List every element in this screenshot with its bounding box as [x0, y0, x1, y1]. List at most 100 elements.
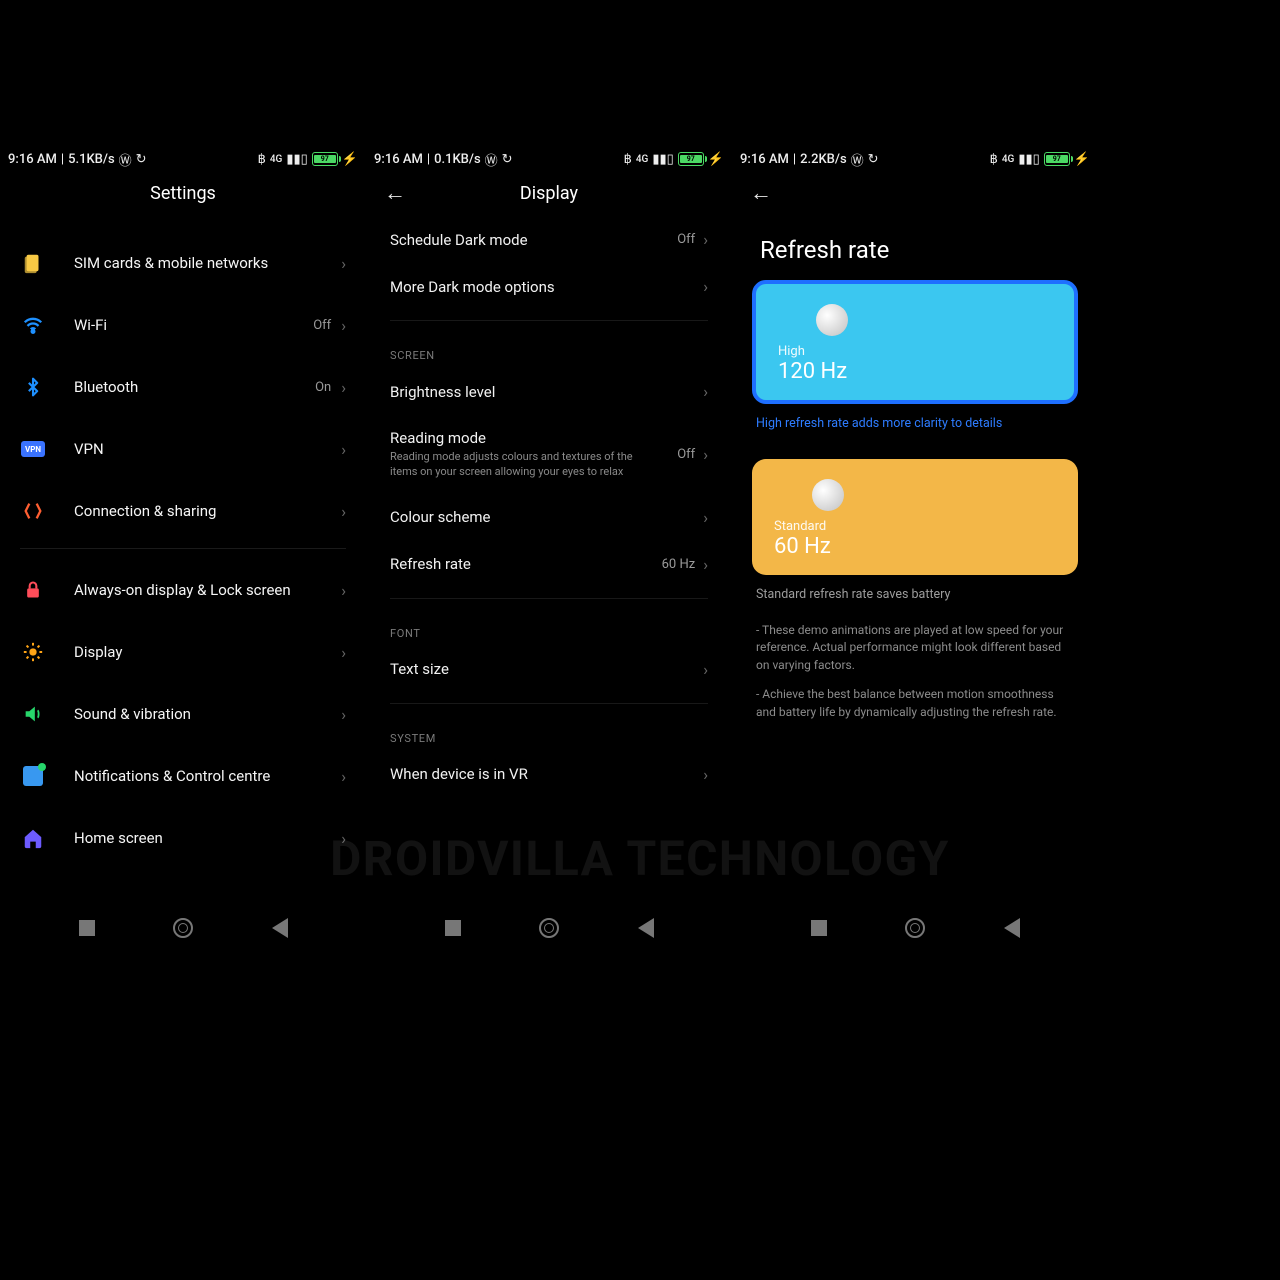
recent-apps-button[interactable]	[79, 920, 95, 936]
wifi-icon	[20, 312, 46, 338]
display-item-label: Schedule Dark mode	[390, 231, 677, 249]
signal-icon: 4G	[636, 154, 649, 165]
settings-item-aod[interactable]: Always-on display & Lock screen ›	[0, 559, 366, 621]
charging-icon: ⚡	[708, 152, 724, 167]
battery-icon: 97	[312, 152, 338, 166]
settings-screen: 9:16 AM | 5.1KB/s Ⓦ ↻ ฿ 4G ▮▮▯ 97 ⚡ Sett…	[0, 0, 366, 1280]
display-item-vr[interactable]: When device is in VR ›	[366, 751, 732, 798]
display-item-brightness[interactable]: Brightness level ›	[366, 368, 732, 415]
display-item-label: Brightness level	[390, 383, 703, 401]
display-item-schedule-dark[interactable]: Schedule Dark mode Off ›	[366, 216, 732, 263]
display-item-value: 60 Hz	[662, 557, 696, 572]
back-button[interactable]	[638, 918, 654, 938]
nav-bar	[0, 908, 366, 948]
chevron-right-icon: ›	[341, 829, 346, 848]
chevron-right-icon: ›	[341, 316, 346, 335]
home-button[interactable]	[905, 918, 925, 938]
display-item-refresh[interactable]: Refresh rate 60 Hz ›	[366, 541, 732, 588]
settings-item-bluetooth[interactable]: Bluetooth On ›	[0, 356, 366, 418]
back-button[interactable]	[272, 918, 288, 938]
recent-apps-button[interactable]	[811, 920, 827, 936]
share-icon	[20, 498, 46, 524]
home-icon	[20, 825, 46, 851]
notifications-icon	[20, 763, 46, 789]
section-header: SYSTEM	[366, 714, 732, 751]
chevron-right-icon: ›	[703, 277, 708, 296]
settings-item-wifi[interactable]: Wi-Fi Off ›	[0, 294, 366, 356]
signal-icon: 4G	[1002, 154, 1015, 165]
recent-apps-button[interactable]	[445, 920, 461, 936]
signal-bars-icon: ▮▮▯	[286, 152, 307, 167]
back-arrow-button[interactable]: ←	[750, 180, 774, 206]
page-title: Display	[408, 183, 690, 204]
settings-item-label: Wi-Fi	[74, 316, 313, 334]
display-item-label: Text size	[390, 660, 703, 678]
page-title: Settings	[42, 183, 324, 204]
chevron-right-icon: ›	[341, 581, 346, 600]
display-item-colour[interactable]: Colour scheme ›	[366, 494, 732, 541]
bluetooth-icon: ฿	[624, 152, 632, 167]
display-item-label: Colour scheme	[390, 508, 703, 526]
chevron-right-icon: ›	[341, 440, 346, 459]
sync-icon: ↻	[502, 152, 513, 167]
settings-item-label: Home screen	[74, 829, 341, 847]
section-header: SCREEN	[366, 331, 732, 368]
home-button[interactable]	[539, 918, 559, 938]
settings-item-display[interactable]: Display ›	[0, 621, 366, 683]
back-arrow-button[interactable]: ←	[384, 180, 408, 206]
chevron-right-icon: ›	[341, 643, 346, 662]
settings-item-connection[interactable]: Connection & sharing ›	[0, 480, 366, 542]
chevron-right-icon: ›	[703, 660, 708, 679]
settings-item-label: VPN	[74, 440, 341, 458]
settings-item-label: Sound & vibration	[74, 705, 341, 723]
display-item-more-dark[interactable]: More Dark mode options ›	[366, 263, 732, 310]
settings-item-notifications[interactable]: Notifications & Control centre ›	[0, 745, 366, 807]
lock-icon	[20, 577, 46, 603]
signal-bars-icon: ▮▮▯	[652, 152, 673, 167]
home-button[interactable]	[173, 918, 193, 938]
sim-icon	[20, 250, 46, 276]
sync-icon: ↻	[136, 152, 147, 167]
refresh-fineprint: - Achieve the best balance between motio…	[732, 684, 1098, 731]
status-time: 9:16 AM	[740, 152, 789, 167]
display-screen: 9:16 AM | 0.1KB/s Ⓦ ↻ ฿ 4G ▮▮▯ 97 ⚡ ← Di…	[366, 0, 732, 1280]
page-title: Refresh rate	[732, 216, 1098, 280]
status-time: 9:16 AM	[374, 152, 423, 167]
display-item-desc: Reading mode adjusts colours and texture…	[390, 450, 650, 480]
display-item-reading[interactable]: Reading mode Reading mode adjusts colour…	[366, 415, 732, 494]
settings-item-home[interactable]: Home screen ›	[0, 807, 366, 869]
signal-icon: 4G	[270, 154, 283, 165]
settings-item-label: Display	[74, 643, 341, 661]
chevron-right-icon: ›	[703, 508, 708, 527]
status-speed: 5.1KB/s	[68, 152, 115, 167]
chevron-right-icon: ›	[703, 445, 708, 464]
chevron-right-icon: ›	[341, 378, 346, 397]
bluetooth-icon: ฿	[990, 152, 998, 167]
bluetooth-icon: ฿	[258, 152, 266, 167]
settings-item-vpn[interactable]: VPN VPN ›	[0, 418, 366, 480]
back-button[interactable]	[1004, 918, 1020, 938]
whatsapp-icon: Ⓦ	[119, 150, 132, 169]
settings-item-sound[interactable]: Sound & vibration ›	[0, 683, 366, 745]
vpn-icon: VPN	[20, 436, 46, 462]
chevron-right-icon: ›	[703, 555, 708, 574]
charging-icon: ⚡	[342, 152, 358, 167]
refresh-option-high[interactable]: High 120 Hz	[752, 280, 1078, 404]
refresh-hz-value: 120 Hz	[778, 359, 1052, 384]
settings-item-sim[interactable]: SIM cards & mobile networks ›	[0, 232, 366, 294]
chevron-right-icon: ›	[341, 767, 346, 786]
section-header: FONT	[366, 609, 732, 646]
chevron-right-icon: ›	[341, 705, 346, 724]
chevron-right-icon: ›	[341, 502, 346, 521]
refresh-note-high: High refresh rate adds more clarity to d…	[732, 412, 1098, 449]
display-item-value: Off	[677, 447, 695, 462]
display-item-textsize[interactable]: Text size ›	[366, 646, 732, 693]
settings-item-label: Connection & sharing	[74, 502, 341, 520]
bluetooth-icon	[20, 374, 46, 400]
display-item-label: When device is in VR	[390, 765, 703, 783]
sound-icon	[20, 701, 46, 727]
display-item-label: Reading mode	[390, 429, 677, 447]
status-time: 9:16 AM	[8, 152, 57, 167]
refresh-tier-label: Standard	[774, 519, 1056, 534]
refresh-option-standard[interactable]: Standard 60 Hz	[752, 459, 1078, 575]
